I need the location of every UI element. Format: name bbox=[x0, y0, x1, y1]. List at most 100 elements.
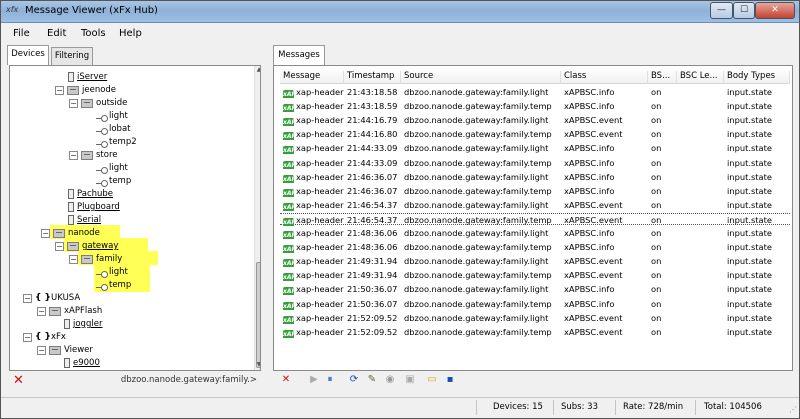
column-body-types[interactable]: Body Types bbox=[724, 71, 790, 84]
save-icon[interactable]: ▪ bbox=[443, 373, 457, 386]
minimize-button[interactable]: — bbox=[710, 2, 733, 19]
column-source[interactable]: Source bbox=[401, 71, 561, 84]
table-row[interactable]: xAPxap-header 21:44:33.09 dbzoo.nanode.gat… bbox=[280, 157, 790, 169]
collapse-icon[interactable]: − bbox=[23, 293, 32, 303]
tree-node[interactable]: light bbox=[96, 266, 128, 278]
broadcast-icon[interactable]: ◉ bbox=[383, 373, 397, 386]
tree-node[interactable]: lobat bbox=[96, 123, 131, 135]
title-bar[interactable]: xfx Message Viewer (xFx Hub) — ☐ ✕ bbox=[1, 1, 799, 23]
folder-icon bbox=[81, 98, 93, 108]
tree-node[interactable]: joggler bbox=[64, 318, 102, 330]
tree-node[interactable]: − outside bbox=[69, 97, 127, 109]
leaf-icon bbox=[96, 178, 108, 187]
tree-node-label: temp2 bbox=[109, 137, 137, 147]
menu-edit[interactable]: Edit bbox=[47, 28, 66, 39]
column-bsc-state[interactable]: BS... bbox=[648, 71, 677, 84]
refresh-icon[interactable]: ⟳ bbox=[347, 373, 361, 386]
tree-node[interactable]: − Viewer bbox=[37, 344, 93, 356]
maximize-button[interactable]: ☐ bbox=[733, 2, 755, 19]
table-row[interactable]: xAPxap-header 21:46:36.07 dbzoo.nanode.gat… bbox=[280, 171, 790, 183]
tree-node[interactable]: Pachube bbox=[68, 188, 113, 200]
open-folder-icon[interactable]: ▭ bbox=[425, 373, 439, 386]
tree-node[interactable]: − family bbox=[69, 253, 122, 265]
menu-tools[interactable]: Tools bbox=[81, 28, 106, 39]
tree-node[interactable]: e9000 bbox=[64, 357, 100, 369]
collapse-icon[interactable]: − bbox=[37, 306, 46, 316]
device-tree[interactable]: iServer − jeenode − outside light lobat temp2− s… bbox=[9, 65, 261, 371]
cell-body-types: input.state bbox=[727, 326, 772, 337]
collapse-icon[interactable]: − bbox=[69, 254, 78, 264]
collapse-icon[interactable]: − bbox=[23, 332, 32, 342]
collapse-icon[interactable]: − bbox=[69, 98, 78, 108]
collapse-icon[interactable]: − bbox=[55, 85, 64, 95]
tree-node[interactable]: Plugboard bbox=[68, 201, 120, 213]
table-row[interactable]: xAPxap-header 21:43:18.58 dbzoo.nanode.gat… bbox=[280, 86, 790, 98]
tree-node[interactable]: −{ } UKUSA bbox=[23, 292, 80, 304]
table-row[interactable]: xAPxap-header 21:50:36.07 dbzoo.nanode.gat… bbox=[280, 298, 790, 310]
cell-body-types: input.state bbox=[727, 157, 772, 168]
tree-node[interactable]: −{ } xFx bbox=[23, 331, 66, 343]
table-row[interactable]: xAPxap-header 21:46:36.07 dbzoo.nanode.gat… bbox=[280, 185, 790, 197]
table-row[interactable]: xAPxap-header 21:46:54.37 dbzoo.nanode.gat… bbox=[280, 212, 790, 226]
menu-help[interactable]: Help bbox=[119, 28, 142, 39]
tree-node[interactable]: light bbox=[96, 110, 128, 122]
table-row[interactable]: xAPxap-header 21:44:16.79 dbzoo.nanode.gat… bbox=[280, 114, 790, 127]
xap-message-icon: xAP bbox=[283, 217, 296, 226]
table-row[interactable]: xAPxap-header 21:43:18.59 dbzoo.nanode.gat… bbox=[280, 100, 790, 113]
scroll-thumb[interactable] bbox=[256, 262, 260, 368]
camera-icon[interactable]: ▣ bbox=[403, 373, 417, 386]
cell-message: xAPxap-header bbox=[283, 199, 344, 211]
tree-node[interactable]: temp bbox=[96, 279, 131, 291]
tree-node[interactable]: Serial bbox=[68, 214, 101, 226]
table-row[interactable]: xAPxap-header 21:52:09.52 dbzoo.nanode.gat… bbox=[280, 326, 790, 338]
menu-file[interactable]: File bbox=[13, 28, 30, 39]
tree-node[interactable]: − gateway bbox=[55, 240, 118, 252]
filter-edit-icon[interactable]: ✎ bbox=[365, 373, 379, 386]
collapse-icon[interactable]: − bbox=[55, 241, 64, 251]
collapse-icon[interactable]: − bbox=[41, 228, 50, 238]
table-row[interactable]: xAPxap-header 21:49:31.94 dbzoo.nanode.gat… bbox=[280, 255, 790, 268]
tab-messages[interactable]: Messages bbox=[273, 45, 325, 65]
tree-node[interactable]: light bbox=[96, 162, 128, 174]
table-row[interactable]: xAPxap-header 21:44:16.80 dbzoo.nanode.gat… bbox=[280, 128, 790, 141]
tree-node[interactable]: − nanode bbox=[41, 227, 100, 239]
delete-icon[interactable]: ✕ bbox=[279, 373, 293, 386]
tree-node[interactable]: temp2 bbox=[96, 136, 137, 148]
table-row[interactable]: xAPxap-header 21:44:33.09 dbzoo.nanode.gat… bbox=[280, 142, 790, 155]
tree-node-label: joggler bbox=[73, 319, 103, 329]
column-timestamp[interactable]: Timestamp bbox=[344, 71, 401, 84]
pause-icon[interactable]: ⏸ bbox=[323, 373, 337, 386]
tree-node[interactable]: − jeenode bbox=[55, 84, 116, 96]
collapse-icon[interactable]: − bbox=[37, 345, 46, 355]
tree-node[interactable]: temp bbox=[96, 175, 131, 187]
table-row[interactable]: xAPxap-header 21:46:54.37 dbzoo.nanode.gat… bbox=[280, 199, 790, 211]
cell-body-types: input.state bbox=[727, 284, 772, 295]
clear-filter-icon[interactable]: ✕ bbox=[13, 373, 24, 388]
menu-bar: File Edit Tools Help bbox=[1, 23, 799, 44]
scroll-down-icon[interactable]: ▼ bbox=[255, 361, 260, 369]
play-icon[interactable]: ▶ bbox=[307, 373, 321, 386]
collapse-icon[interactable]: − bbox=[69, 150, 78, 160]
scroll-up-icon[interactable]: ▲ bbox=[255, 66, 260, 74]
tab-devices[interactable]: Devices bbox=[7, 45, 49, 65]
table-row[interactable]: xAPxap-header 21:48:36.06 dbzoo.nanode.gat… bbox=[280, 241, 790, 254]
table-row[interactable]: xAPxap-header 21:52:09.52 dbzoo.nanode.gat… bbox=[280, 312, 790, 324]
tree-scrollbar[interactable]: ▲ ▼ bbox=[254, 66, 260, 370]
cell-timestamp: 21:46:36.07 bbox=[347, 185, 398, 196]
column-class[interactable]: Class bbox=[561, 71, 648, 84]
tree-node-label: UKUSA bbox=[51, 293, 81, 303]
tree-node[interactable]: − xAPFlash bbox=[37, 305, 102, 317]
close-button[interactable]: ✕ bbox=[755, 2, 795, 19]
column-message[interactable]: Message bbox=[280, 71, 344, 84]
column-bsc-level[interactable]: BSC Le... bbox=[677, 71, 724, 84]
resize-grip-icon[interactable]: ⋰ bbox=[789, 405, 797, 414]
cell-class: xAPBSC.event bbox=[564, 115, 623, 126]
cell-class: xAPBSC.info bbox=[564, 101, 615, 112]
tab-filtering[interactable]: Filtering bbox=[51, 47, 93, 65]
tree-node[interactable]: − store bbox=[69, 149, 118, 161]
messages-grid[interactable]: Message Timestamp Source Class BS... BSC… bbox=[273, 65, 793, 371]
table-row[interactable]: xAPxap-header 21:50:36.07 dbzoo.nanode.gat… bbox=[280, 283, 790, 296]
table-row[interactable]: xAPxap-header 21:48:36.06 dbzoo.nanode.gat… bbox=[280, 227, 790, 239]
table-row[interactable]: xAPxap-header 21:49:31.94 dbzoo.nanode.gat… bbox=[280, 269, 790, 282]
tree-node[interactable]: iServer bbox=[68, 71, 107, 83]
